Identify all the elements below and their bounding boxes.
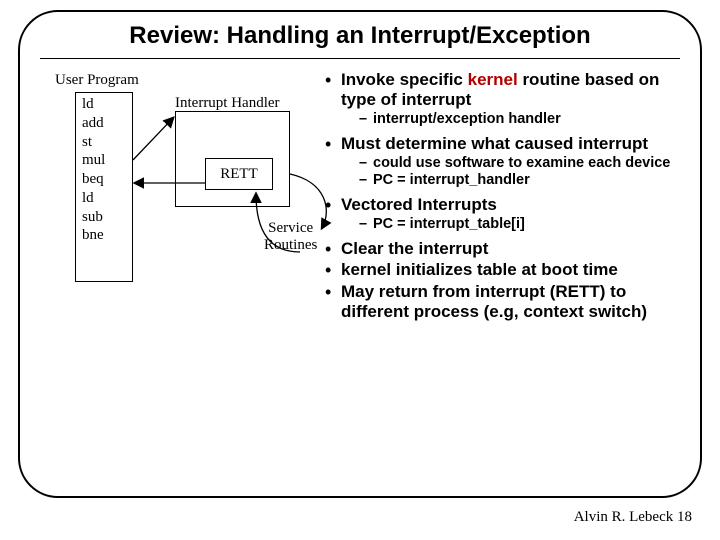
bullet-determine-text: Must determine what caused interrupt (341, 134, 648, 153)
bullet-clear: Clear the interrupt (325, 239, 695, 259)
bullet-return: May return from interrupt (RETT) to diff… (325, 282, 695, 321)
bullet-init-text: kernel initializes table at boot time (341, 260, 618, 279)
instr-sub: sub (82, 208, 126, 227)
slide-title: Review: Handling an Interrupt/Exception (0, 22, 720, 50)
instr-ld: ld (82, 95, 126, 114)
instr-mul: mul (82, 151, 126, 170)
user-program-label: User Program (55, 72, 139, 89)
instr-add: add (82, 114, 126, 133)
service-routines-l2: Routines (264, 237, 317, 253)
instr-bne: bne (82, 226, 126, 245)
footer: Alvin R. Lebeck 18 (574, 509, 692, 526)
bullet-invoke-kernel: kernel (468, 70, 518, 89)
bullet-invoke-pre: Invoke specific (341, 70, 468, 89)
rett-label: RETT (220, 166, 258, 183)
bullet-clear-text: Clear the interrupt (341, 239, 488, 258)
instr-st: st (82, 133, 126, 152)
sub-pc-table: PC = interrupt_table[i] (359, 216, 695, 233)
title-underline (40, 58, 680, 59)
service-routines-label: Service Routines (264, 220, 317, 253)
bullet-list: Invoke specific kernel routine based on … (325, 70, 695, 323)
rett-box: RETT (205, 158, 273, 190)
interrupt-handler-label: Interrupt Handler (175, 95, 280, 112)
bullet-init: kernel initializes table at boot time (325, 260, 695, 280)
sub-pc-handler: PC = interrupt_handler (359, 172, 695, 189)
service-routines-l1: Service (268, 220, 313, 236)
bullet-return-text: May return from interrupt (RETT) to diff… (341, 282, 647, 321)
sub-ieh: interrupt/exception handler (359, 111, 695, 128)
instr-ld2: ld (82, 189, 126, 208)
bullet-determine: Must determine what caused interrupt cou… (325, 134, 695, 189)
bullet-vectored-text: Vectored Interrupts (341, 195, 497, 214)
bullet-invoke: Invoke specific kernel routine based on … (325, 70, 695, 128)
bullet-vectored: Vectored Interrupts PC = interrupt_table… (325, 195, 695, 233)
sub-software: could use software to examine each devic… (359, 155, 695, 172)
user-program-box: ld add st mul beq ld sub bne (75, 92, 133, 282)
instr-beq: beq (82, 170, 126, 189)
